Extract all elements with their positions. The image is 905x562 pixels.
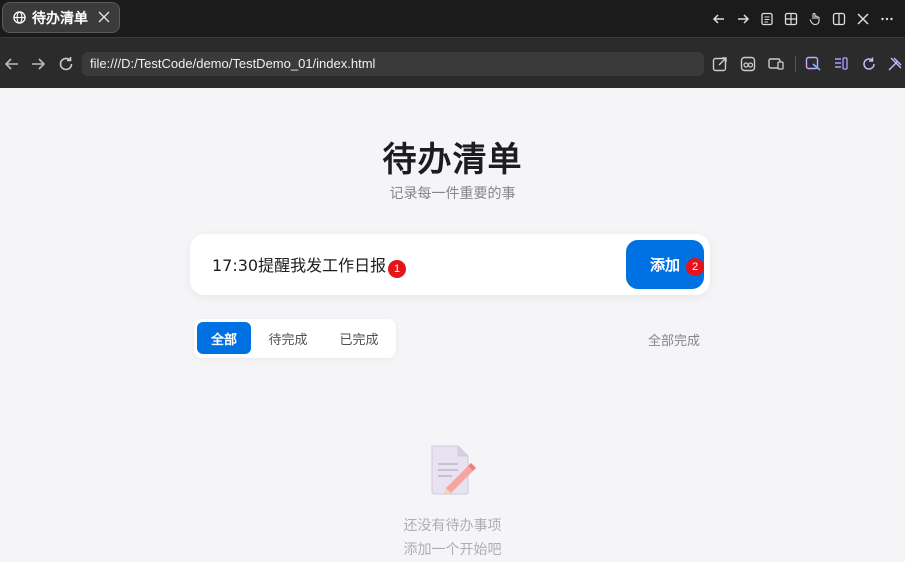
sync-icon[interactable]	[860, 55, 878, 73]
address-bar: file:///D:/TestCode/demo/TestDemo_01/ind…	[0, 37, 905, 88]
filter-pending-button[interactable]: 待完成	[258, 322, 318, 354]
annotation-marker-2: 2	[686, 258, 704, 276]
nav-back-icon[interactable]	[3, 55, 21, 73]
memo-icon	[431, 445, 476, 495]
browser-tab[interactable]: 待办清单	[2, 2, 120, 33]
tools-icon[interactable]	[886, 55, 904, 73]
touch-icon[interactable]	[803, 7, 827, 31]
page-title: 待办清单	[382, 140, 523, 180]
todo-input-card: 1 添加 2	[190, 234, 710, 295]
grid-icon[interactable]	[779, 7, 803, 31]
filter-tabs: 全部 待完成 已完成	[194, 319, 396, 358]
tab-title: 待办清单	[32, 10, 88, 27]
empty-state-hint: 添加一个开始吧	[403, 542, 502, 558]
forward-arrow-icon[interactable]	[731, 7, 755, 31]
url-field[interactable]: file:///D:/TestCode/demo/TestDemo_01/ind…	[82, 52, 704, 76]
empty-state-title: 还没有待办事项	[403, 518, 502, 534]
more-icon[interactable]	[875, 7, 899, 31]
reading-list-icon[interactable]	[832, 55, 850, 73]
close-icon[interactable]	[97, 10, 111, 24]
annotation-marker-1: 1	[388, 260, 406, 278]
device-icon[interactable]	[767, 55, 785, 73]
filter-done-button[interactable]: 已完成	[329, 322, 389, 354]
filter-all-button[interactable]: 全部	[197, 322, 251, 354]
browser-titlebar: 待办清单	[0, 0, 905, 37]
page-subtitle: 记录每一件重要的事	[389, 186, 516, 202]
open-external-icon[interactable]	[711, 55, 729, 73]
window-close-icon[interactable]	[851, 7, 875, 31]
toolbar-divider	[795, 56, 796, 72]
nav-forward-icon[interactable]	[29, 55, 47, 73]
globe-icon	[13, 11, 26, 24]
extension-icon[interactable]	[739, 55, 757, 73]
copilot-edit-icon[interactable]	[804, 55, 822, 73]
reader-icon[interactable]	[755, 7, 779, 31]
back-arrow-icon[interactable]	[707, 7, 731, 31]
refresh-icon[interactable]	[57, 55, 75, 73]
split-view-icon[interactable]	[827, 7, 851, 31]
complete-all-button[interactable]: 全部完成	[648, 330, 700, 349]
